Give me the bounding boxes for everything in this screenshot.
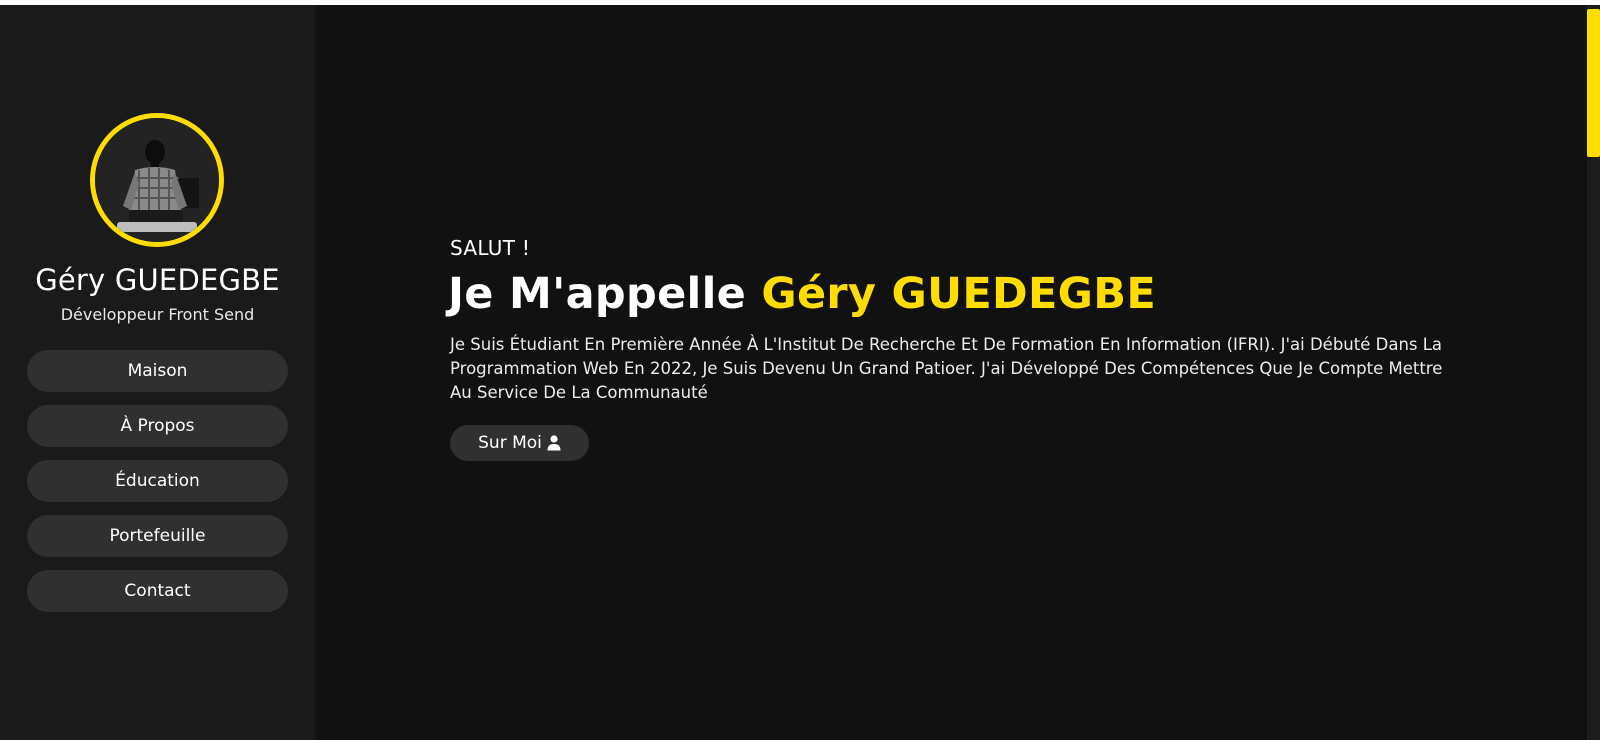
sidebar-nav: Maison À Propos Éducation Portefeuille C… — [27, 350, 288, 625]
nav-item-a-propos[interactable]: À Propos — [27, 405, 288, 447]
profile-avatar — [90, 113, 224, 247]
nav-item-portefeuille[interactable]: Portefeuille — [27, 515, 288, 557]
headline-name: Géry GUEDEGBE — [761, 269, 1157, 319]
about-me-button-label: Sur Moi — [478, 433, 542, 453]
page-scrollbar[interactable] — [1587, 5, 1600, 740]
sidebar: Géry GUEDEGBE Développeur Front Send Mai… — [0, 5, 315, 740]
profile-name: Géry GUEDEGBE — [35, 263, 280, 297]
hero-greeting: SALUT ! — [450, 236, 531, 260]
hero-headline: Je M'appelle Géry GUEDEGBE — [448, 269, 1156, 319]
profile-role: Développeur Front Send — [60, 305, 255, 324]
headline-prefix: Je M'appelle — [448, 269, 747, 319]
nav-item-education[interactable]: Éducation — [27, 460, 288, 502]
user-icon — [547, 435, 561, 451]
hero-intro: Je Suis Étudiant En Première Année À L'I… — [450, 335, 1443, 402]
main-content: SALUT ! Je M'appelle Géry GUEDEGBE Je Su… — [315, 5, 1565, 740]
nav-item-maison[interactable]: Maison — [27, 350, 288, 392]
person-photo-icon — [95, 118, 219, 242]
nav-item-contact[interactable]: Contact — [27, 570, 288, 612]
about-me-button[interactable]: Sur Moi — [450, 425, 589, 461]
scrollbar-thumb[interactable] — [1587, 9, 1600, 157]
